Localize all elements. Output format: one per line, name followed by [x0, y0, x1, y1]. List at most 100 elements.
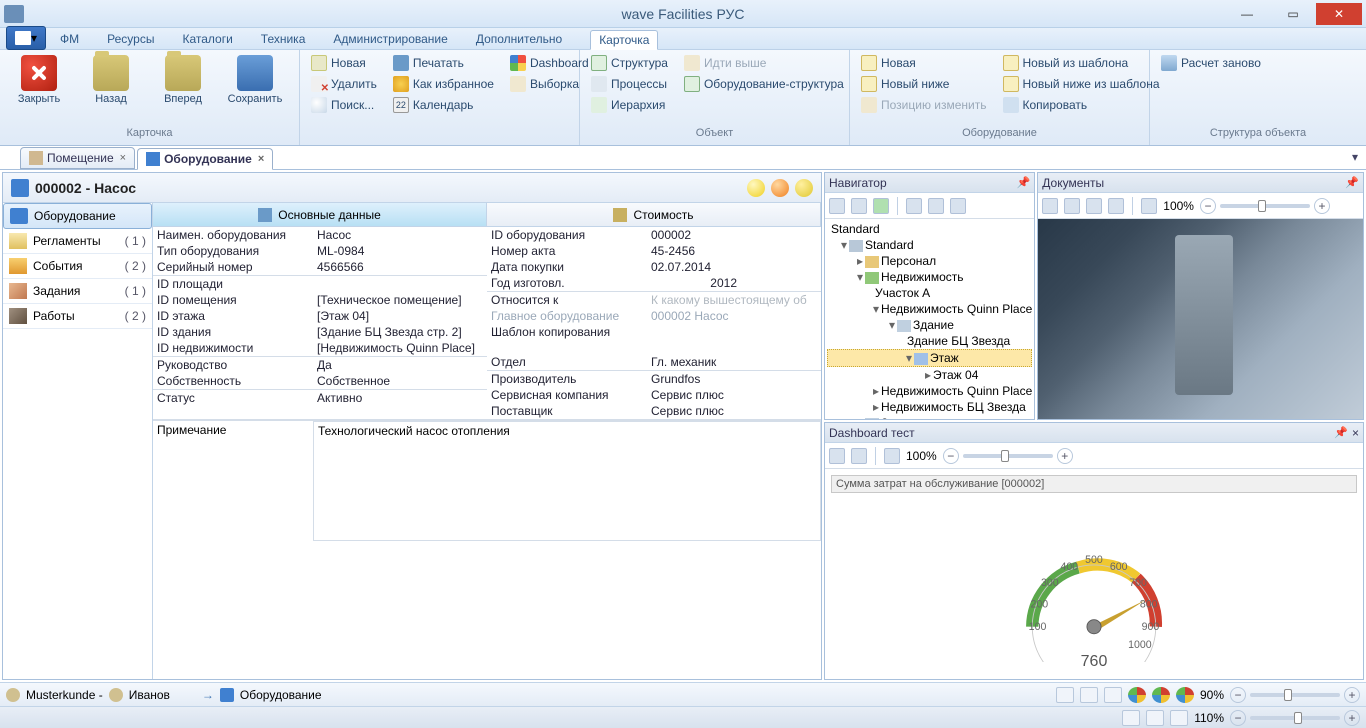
equip-new-template-button[interactable]: Новый из шаблона — [998, 53, 1165, 73]
formtab-cost[interactable]: Стоимость — [487, 203, 821, 226]
nav-tool-gear[interactable] — [950, 198, 966, 214]
forward-button[interactable]: Вперед — [148, 52, 218, 108]
view-pie3-icon[interactable] — [1176, 687, 1194, 703]
nav-tool-refresh[interactable] — [928, 198, 944, 214]
zoom-slider[interactable] — [1250, 693, 1340, 697]
pin-icon[interactable]: 📌 — [1334, 426, 1348, 439]
field-act[interactable]: 45-2456 — [651, 244, 817, 258]
warn-icon[interactable] — [771, 179, 789, 197]
tree-standard[interactable]: ▾Standard — [827, 237, 1032, 253]
nav-tool-1[interactable] — [829, 198, 845, 214]
field-room[interactable]: [Техническое помещение] — [317, 293, 483, 307]
field-serial[interactable]: 4566566 — [317, 260, 483, 274]
equip-structure-button[interactable]: Оборудование-структура — [679, 74, 849, 94]
field-type[interactable]: ML-0984 — [317, 244, 483, 258]
field-supplier[interactable]: Сервис плюс — [651, 404, 817, 418]
doc-zoom-in[interactable]: + — [1314, 198, 1330, 214]
bottom-zoom-in[interactable]: + — [1344, 710, 1360, 726]
field-id[interactable]: 000002 — [651, 228, 817, 242]
close-card-button[interactable]: Закрыть — [4, 52, 74, 108]
delete-button[interactable]: Удалить — [306, 74, 382, 94]
field-name[interactable]: Насос — [317, 228, 483, 242]
bottom-zoom-slider[interactable] — [1250, 716, 1340, 720]
tree-building-node[interactable]: ▾Здание — [827, 317, 1032, 333]
note-icon[interactable] — [795, 179, 813, 197]
equip-new-button[interactable]: Новая — [856, 53, 992, 73]
field-floor[interactable]: [Этаж 04] — [317, 309, 483, 323]
zoom-out-button[interactable]: − — [1230, 687, 1246, 703]
tree-floor04[interactable]: ▸Этаж 04 — [827, 367, 1032, 383]
new-button[interactable]: Новая — [306, 53, 382, 73]
nav-tool-2[interactable] — [851, 198, 867, 214]
layout-icon[interactable] — [1122, 710, 1140, 726]
field-realestate[interactable]: [Недвижимость Quinn Place] — [317, 341, 483, 355]
nav-tool-3[interactable] — [906, 198, 922, 214]
nav-tool-grid[interactable] — [873, 198, 889, 214]
view-grid-icon[interactable] — [1104, 687, 1122, 703]
menu-resources[interactable]: Ресурсы — [107, 32, 154, 46]
print-button[interactable]: Печатать — [388, 53, 499, 73]
doc-tool-paste[interactable] — [1108, 198, 1124, 214]
tree-re-star[interactable]: ▸Недвижимость БЦ Звезда — [827, 399, 1032, 415]
calendar-button[interactable]: Календарь — [388, 95, 499, 115]
maximize-button[interactable]: ▭ — [1270, 3, 1316, 25]
dash-zoom-slider[interactable] — [963, 454, 1053, 458]
field-relates[interactable]: К какому вышестоящему об — [651, 293, 817, 307]
tree-plot-a[interactable]: Участок А — [827, 285, 1032, 301]
hierarchy-button[interactable]: Иерархия — [586, 95, 673, 115]
field-buydate[interactable]: 02.07.2014 — [651, 260, 817, 274]
zoom-in-button[interactable]: + — [1344, 687, 1360, 703]
back-button[interactable]: Назад — [76, 52, 146, 108]
dash-tool-refresh[interactable] — [884, 448, 900, 464]
tree-re-quinn[interactable]: ▾Недвижимость Quinn Place — [827, 301, 1032, 317]
menu-card[interactable]: Карточка — [590, 30, 658, 50]
dash-zoom-in[interactable]: + — [1057, 448, 1073, 464]
view-split-icon[interactable] — [1080, 687, 1098, 703]
field-notes[interactable]: Технологический насос отопления — [313, 421, 821, 541]
field-area[interactable] — [317, 277, 483, 291]
field-ownership[interactable]: Собственное — [317, 374, 483, 388]
doc-tool-open[interactable] — [1086, 198, 1102, 214]
tree-building-l[interactable]: ▸Здание — [827, 415, 1032, 419]
tab-equipment[interactable]: Оборудование× — [137, 148, 273, 170]
dash-zoom-out[interactable]: − — [943, 448, 959, 464]
structure-button[interactable]: Структура — [586, 53, 673, 73]
sidenav-events[interactable]: События( 2 ) — [3, 254, 152, 279]
recalc-button[interactable]: Расчет заново — [1156, 53, 1266, 73]
tree-personal[interactable]: ▸Персонал — [827, 253, 1032, 269]
sidenav-works[interactable]: Работы( 2 ) — [3, 304, 152, 329]
view-pie1-icon[interactable] — [1128, 687, 1146, 703]
close-tab-icon[interactable]: × — [258, 153, 264, 165]
favorite-button[interactable]: Как избранное — [388, 74, 499, 94]
doc-zoom-slider[interactable] — [1220, 204, 1310, 208]
menu-extra[interactable]: Дополнительно — [476, 32, 562, 46]
field-template[interactable] — [651, 325, 817, 339]
equipment-photo[interactable] — [1038, 219, 1363, 419]
equip-copy-button[interactable]: Копировать — [998, 95, 1165, 115]
field-service[interactable]: Сервис плюс — [651, 388, 817, 402]
field-status[interactable]: Активно — [317, 391, 483, 405]
menu-fm[interactable]: ФМ — [60, 32, 79, 46]
search-button[interactable]: Поиск... — [306, 95, 382, 115]
dash-tool-edit[interactable] — [829, 448, 845, 464]
pin-icon[interactable]: 📌 — [1345, 176, 1359, 189]
view-single-icon[interactable] — [1056, 687, 1074, 703]
zoom-page-icon[interactable] — [1170, 710, 1188, 726]
tree-re-quinn2[interactable]: ▸Недвижимость Quinn Place — [827, 383, 1032, 399]
tree-realestate[interactable]: ▾Недвижимость — [827, 269, 1032, 285]
menu-tech[interactable]: Техника — [261, 32, 306, 46]
close-window-button[interactable]: ✕ — [1316, 3, 1362, 25]
go-up-button[interactable]: Идти выше — [679, 53, 849, 73]
save-button[interactable]: Сохранить — [220, 52, 290, 108]
formtab-main[interactable]: Основные данные — [153, 203, 487, 226]
field-department[interactable]: Гл. механик — [651, 355, 817, 369]
sidenav-tasks[interactable]: Задания( 1 ) — [3, 279, 152, 304]
processes-button[interactable]: Процессы — [586, 74, 673, 94]
menu-catalogs[interactable]: Каталоги — [182, 32, 232, 46]
tree-bld-star[interactable]: Здание БЦ Звезда — [827, 333, 1032, 349]
equip-new-below-template-button[interactable]: Новый ниже из шаблона — [998, 74, 1165, 94]
field-year[interactable]: 2012 — [651, 276, 817, 290]
field-manual[interactable]: Да — [317, 358, 483, 372]
doc-tool-refresh[interactable] — [1141, 198, 1157, 214]
tab-room[interactable]: Помещение× — [20, 147, 135, 169]
